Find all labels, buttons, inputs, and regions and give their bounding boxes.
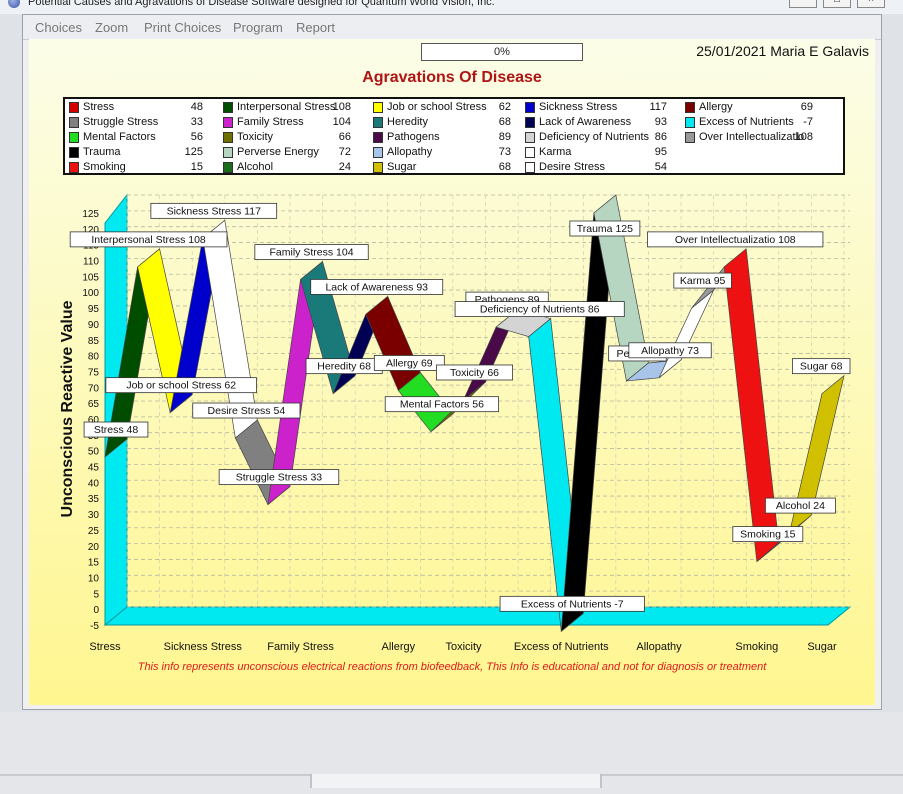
y-tick-label: 5: [93, 589, 99, 600]
x-tick-label: Excess of Nutrients: [514, 641, 609, 653]
y-tick-label: 85: [88, 336, 100, 347]
data-label: Allopathy 73: [641, 345, 699, 357]
y-axis-label: Unconscious Reactive Value: [59, 300, 76, 517]
x-tick-label: Sugar: [807, 641, 837, 653]
x-tick-label: Allergy: [382, 641, 416, 653]
series-ribbon: [365, 295, 421, 392]
x-tick-label: Allopathy: [636, 641, 682, 653]
series-ribbon: [723, 248, 780, 563]
y-tick-label: 30: [88, 510, 100, 521]
x-tick-label: Sickness Stress: [164, 641, 243, 653]
floor: [103, 606, 852, 626]
y-tick-label: 0: [93, 605, 99, 616]
data-label: Allergy 69: [386, 357, 433, 369]
y-tick-label: 125: [82, 209, 99, 220]
data-label: Family Stress 104: [270, 247, 354, 259]
y-tick-label: 90: [88, 320, 100, 331]
y-tick-label: 75: [88, 367, 100, 378]
y-tick-label: 10: [88, 573, 100, 584]
data-label: Smoking 15: [740, 529, 796, 541]
data-label: Desire Stress 54: [208, 405, 286, 417]
y-tick-label: 20: [88, 542, 100, 553]
y-tick-label: 50: [88, 447, 100, 458]
x-tick-label: Toxicity: [445, 641, 482, 653]
data-label: Karma 95: [680, 275, 726, 287]
y-tick-label: 100: [82, 288, 99, 299]
data-label: Interpersonal Stress 108: [91, 234, 206, 246]
data-label: Heredity 68: [317, 361, 371, 373]
y-tick-label: 105: [82, 272, 99, 283]
data-label: Job or school Stress 62: [126, 380, 236, 392]
data-label: Sugar 68: [800, 361, 843, 373]
y-tick-label: 80: [88, 352, 100, 363]
x-tick-label: Stress: [89, 641, 121, 653]
y-tick-label: 45: [88, 463, 100, 474]
data-label: Sickness Stress 117: [167, 205, 262, 217]
y-tick-label: 95: [88, 304, 100, 315]
y-tick-label: 110: [83, 257, 99, 268]
data-label: Deficiency of Nutrients 86: [480, 304, 600, 316]
data-label: Trauma 125: [577, 223, 633, 235]
y-tick-label: -5: [90, 621, 99, 632]
taskbar-area: [0, 712, 903, 794]
data-label: Stress 48: [94, 424, 139, 436]
scroll-handle[interactable]: [310, 774, 602, 788]
x-tick-label: Smoking: [735, 641, 778, 653]
data-label: Struggle Stress 33: [236, 472, 323, 484]
y-tick-label: 65: [88, 399, 100, 410]
y-tick-label: 40: [88, 478, 100, 489]
data-label: Lack of Awareness 93: [325, 281, 428, 293]
data-label: Toxicity 66: [450, 367, 499, 379]
y-tick-label: 70: [88, 383, 100, 394]
y-tick-label: 35: [88, 494, 100, 505]
y-tick-label: 25: [88, 526, 100, 537]
series-ribbon: [658, 289, 714, 379]
y-tick-label: 15: [88, 558, 100, 569]
data-label: Alcohol 24: [776, 500, 825, 512]
data-label: Over Intellectualizatio 108: [675, 234, 796, 246]
x-tick-label: Family Stress: [267, 641, 334, 653]
data-label: Excess of Nutrients -7: [521, 598, 624, 610]
data-label: Mental Factors 56: [400, 399, 484, 411]
chart-svg: -505101520253035404550556065707580859095…: [59, 193, 852, 653]
